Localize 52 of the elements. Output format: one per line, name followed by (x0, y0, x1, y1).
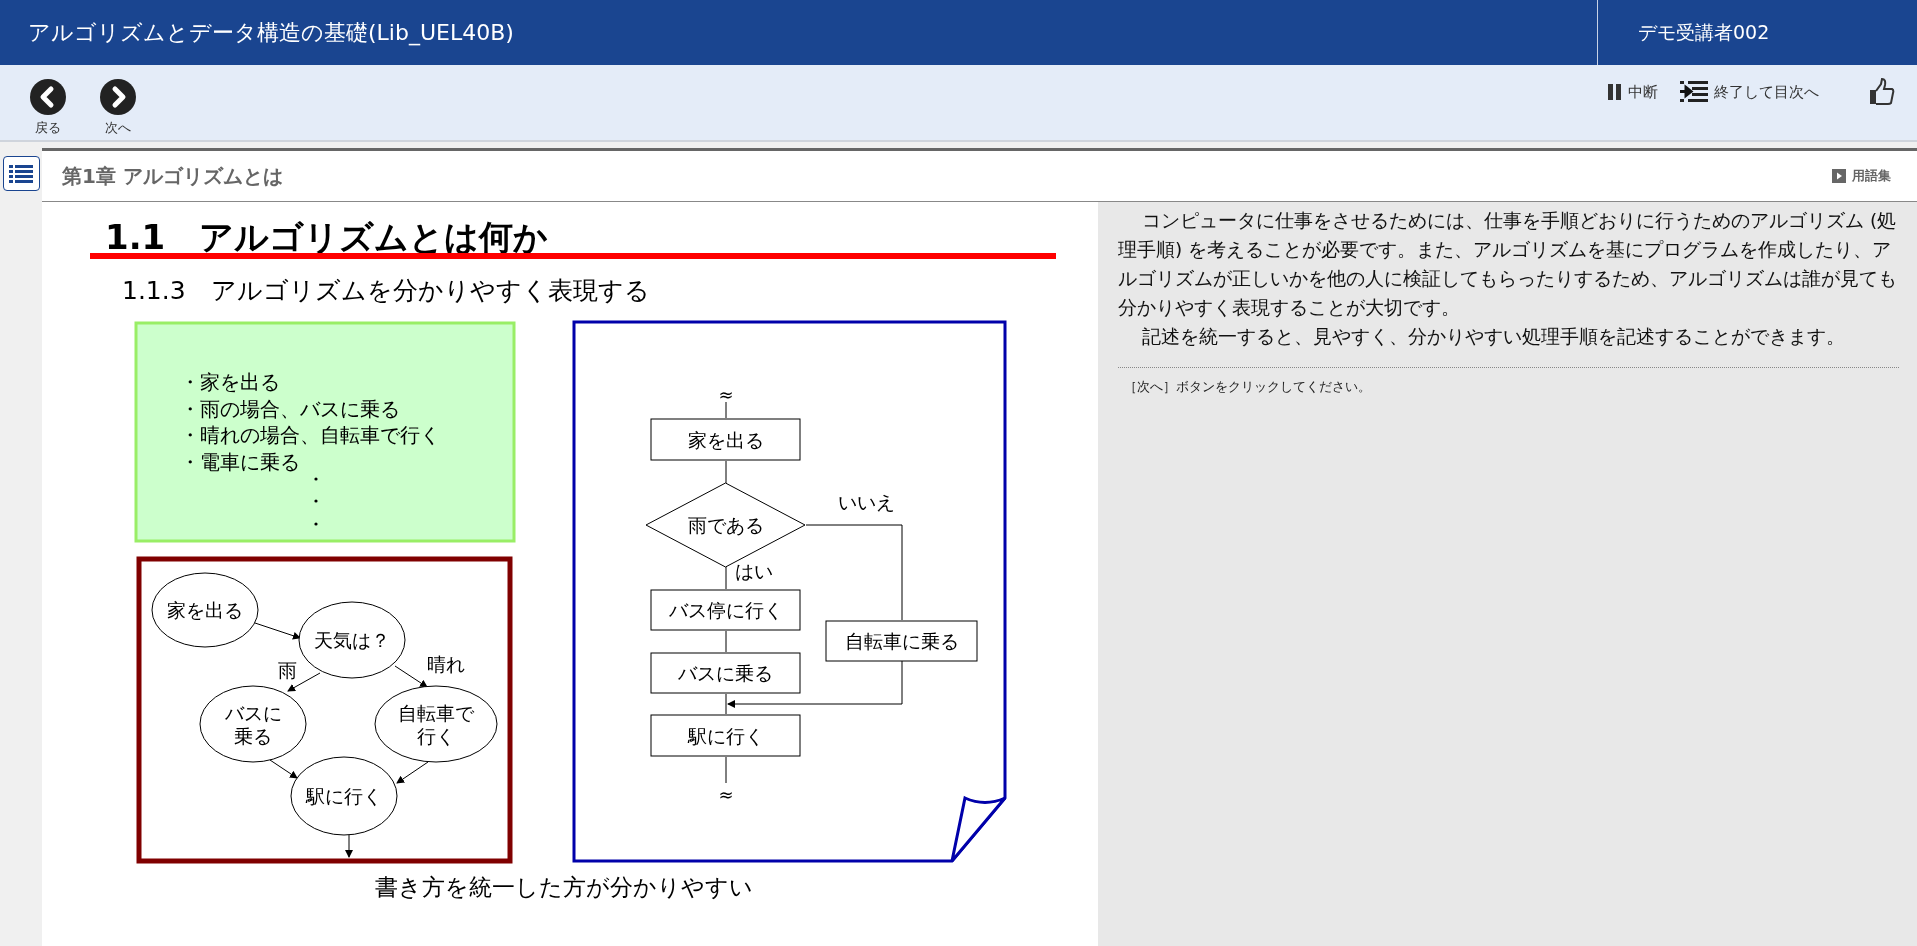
node-label: 駅に行く (306, 785, 382, 807)
arrow (269, 759, 298, 779)
slide-caption: 書き方を統一した方が分かりやすい (375, 874, 753, 900)
cut-mark: ≈ (718, 384, 734, 405)
table-of-contents-button[interactable] (2, 156, 40, 191)
node-label: 家を出る (167, 599, 243, 621)
connector-line (725, 756, 727, 784)
thumbs-up-icon (1869, 78, 1895, 106)
list-item: ・雨の場合、バスに乗る (180, 396, 400, 421)
next-button[interactable]: 次へ (100, 79, 136, 137)
explanation-paragraph: 記述を統一すると、見やすく、分かりやすい処理手順を記述することができます。 (1141, 325, 1847, 349)
arrow (345, 834, 353, 858)
node-label: バスに乗る (678, 662, 773, 684)
arrow (394, 665, 428, 688)
edge-label: 晴れ (427, 653, 465, 675)
node-label: バス停に行く (668, 599, 783, 621)
pause-button[interactable]: 中断 (1608, 81, 1658, 103)
branch-label: いいえ (837, 491, 895, 513)
like-button[interactable] (1869, 77, 1895, 107)
instruction-text: ［次へ］ボタンをクリックしてください。 (1123, 378, 1372, 396)
node-label: 雨である (687, 514, 764, 536)
connector-line (725, 401, 727, 419)
node-label: 天気は？ (314, 629, 390, 651)
connector-line (725, 630, 727, 653)
node-label: バスに 乗る (224, 702, 282, 747)
arrow-into-list-icon (1680, 80, 1708, 104)
node-label: 家を出る (687, 428, 764, 451)
page-curl-drawing (950, 796, 1007, 863)
arrow (396, 761, 429, 784)
list-item: ・晴れの場合、自転車で行く (180, 423, 440, 447)
slide-subheading: 1.1.3 アルゴリズムを分かりやすく表現する (122, 276, 650, 305)
play-square-icon (1832, 169, 1846, 183)
node-label: 自転車で 行く (398, 702, 474, 747)
explanation-paragraph: コンピュータに仕事をさせるためには、仕事を手順どおりに行うためのアルゴリズム (処理手順) を考えることが必要です。また、アルゴリズムを基にプログラムを作成したり、アルゴリズムが正しいかを他の人に検証してもらったりするため、アルゴリズムは誰が見ても分かりやすく表現することが大切です。 (1118, 209, 1898, 320)
list-icon (9, 163, 33, 184)
cut-mark: ≈ (718, 784, 734, 805)
pause-icon (1608, 83, 1622, 101)
list-item: ・家を出る (180, 370, 280, 394)
edge-label: 雨 (277, 659, 297, 681)
glossary-link[interactable]: 用語集 (1832, 167, 1891, 185)
node-label: 自転車に乗る (844, 630, 959, 652)
list-item: ・電車に乗る (180, 449, 300, 474)
back-button[interactable]: 戻る (30, 79, 66, 137)
branch-label: はい (735, 560, 773, 582)
chapter-title: 第1章 アルゴリズムとは (62, 162, 283, 190)
course-title: アルゴリズムとデータ構造の基礎(Lib_UEL40B) (27, 18, 515, 48)
connector-line (725, 566, 727, 590)
connector-line (725, 693, 727, 715)
arrow (254, 622, 301, 640)
node-label: 駅に行く (687, 724, 764, 747)
connector-line (725, 460, 727, 484)
exit-to-contents-button[interactable]: 終了して目次へ (1680, 81, 1819, 103)
